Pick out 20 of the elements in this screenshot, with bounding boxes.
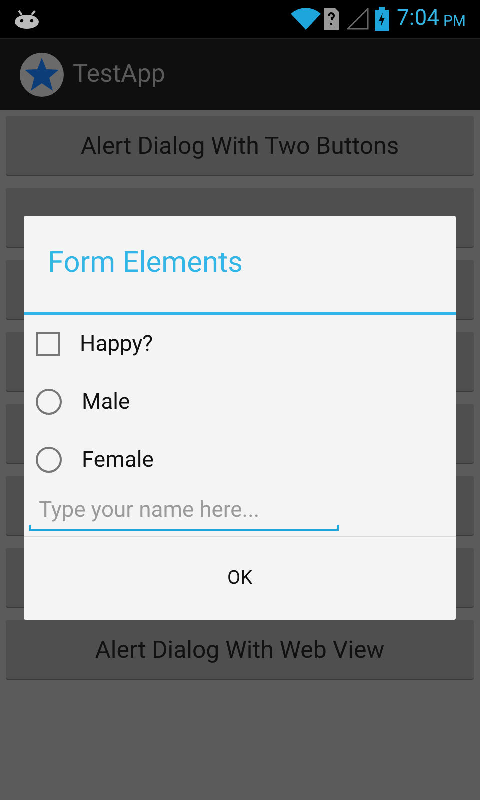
signal-icon	[347, 8, 370, 30]
sim-card-icon	[324, 8, 340, 30]
dialog-title: Form Elements	[48, 245, 243, 282]
radio-button[interactable]	[36, 389, 62, 415]
star-app-icon	[20, 52, 64, 96]
option-label: Male	[82, 388, 130, 416]
option-label: Female	[82, 446, 154, 474]
app-title: TestApp	[73, 58, 166, 91]
option-label: Happy?	[80, 330, 154, 358]
clock-time: 7:04	[397, 8, 440, 30]
android-icon	[14, 9, 40, 29]
menu-button[interactable]: Alert Dialog With Web View	[6, 620, 474, 680]
clock-period: PM	[443, 14, 466, 28]
wifi-icon	[291, 8, 322, 30]
ok-button[interactable]: OK	[24, 537, 456, 620]
menu-button[interactable]: Alert Dialog With Two Buttons	[6, 116, 474, 176]
name-input-field[interactable]: Type your name here...	[29, 491, 339, 531]
checkbox[interactable]	[36, 332, 60, 356]
radio-button[interactable]	[36, 447, 62, 473]
battery-charging-icon	[375, 7, 390, 31]
